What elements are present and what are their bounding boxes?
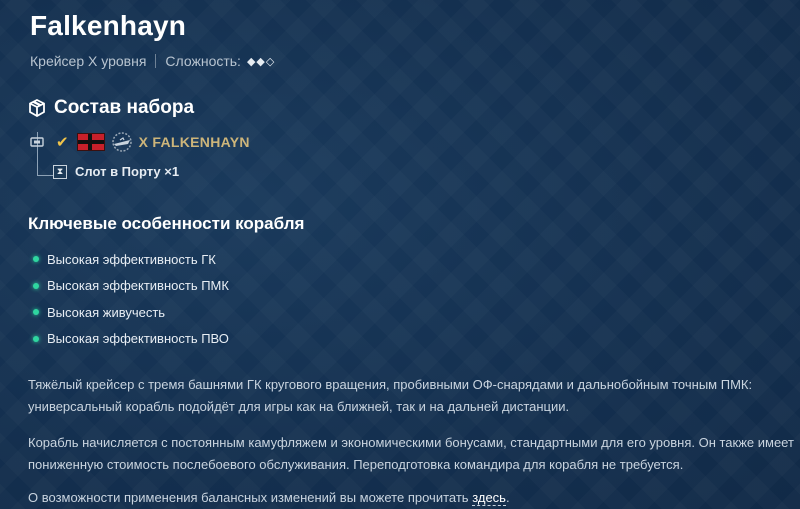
bullet-dot-icon: [33, 309, 39, 316]
cruiser-class-emblem-icon: [111, 132, 132, 152]
feature-item: Высокая эффективность ПМК: [33, 273, 229, 300]
slot-label: Слот в Порту ×1: [75, 164, 180, 179]
description-line: пониженную стоимость послебоевого обслуж…: [28, 457, 684, 472]
bullet-dot-icon: [33, 256, 39, 263]
page: Falkenhayn Крейсер X уровня Сложность: ◆…: [0, 0, 800, 509]
subtitle-divider: [155, 54, 157, 68]
page-title: Falkenhayn: [30, 10, 187, 41]
difficulty-rating: ◆◆◇: [246, 55, 276, 68]
bundle-slot-item[interactable]: ⧗ Слот в Порту ×1: [53, 164, 179, 179]
port-slot-icon: ⧗: [53, 164, 67, 179]
bundle-ship-item[interactable]: ✔ X FALKENHAYN: [30, 131, 250, 153]
description-end: .: [505, 490, 510, 505]
feature-text: Высокая живучесть: [47, 304, 166, 320]
description-paragraph-2: Корабль начисляется с постоянным камуфля…: [28, 432, 800, 476]
description-line: универсальный корабль подойдёт для игры …: [28, 399, 570, 414]
germany-flag-icon: [76, 133, 105, 151]
features-list: Высокая эффективность ГК Высокая эффекти…: [33, 246, 229, 352]
description-line: О возможности применения балансных измен…: [28, 490, 469, 505]
feature-text: Высокая эффективность ПВО: [47, 331, 229, 347]
ship-name: X FALKENHAYN: [138, 134, 250, 150]
bundle-heading-text: Состав набора: [54, 97, 195, 118]
description-paragraph-3: О возможности применения балансных измен…: [28, 487, 800, 509]
feature-item: Высокая эффективность ПВО: [33, 326, 229, 353]
check-icon: ✔: [56, 134, 69, 151]
features-heading: Ключевые особенности корабля: [28, 214, 305, 233]
bullet-dot-icon: [33, 335, 39, 342]
bundle-box-icon: [29, 99, 45, 117]
description-line: Корабль начисляется с постоянным камуфля…: [28, 435, 794, 450]
feature-item: Высокая живучесть: [33, 299, 229, 326]
ship-subtitle: Крейсер X уровня Сложность: ◆◆◇: [30, 53, 275, 69]
description-paragraph-1: Тяжёлый крейсер с тремя башнями ГК круго…: [28, 374, 800, 418]
feature-text: Высокая эффективность ГК: [47, 251, 216, 267]
feature-text: Высокая эффективность ПМК: [47, 278, 229, 294]
feature-item: Высокая эффективность ГК: [33, 246, 229, 273]
difficulty-label: Сложность:: [165, 53, 241, 69]
tree-branch: [37, 175, 53, 176]
balance-changes-link[interactable]: здесь: [472, 490, 506, 506]
bullet-dot-icon: [33, 282, 39, 289]
ship-class-label: Крейсер X уровня: [30, 53, 147, 69]
bundle-heading: Состав набора: [28, 97, 194, 119]
description-line: Тяжёлый крейсер с тремя башнями ГК круго…: [28, 377, 753, 392]
camera-icon: [30, 137, 44, 147]
